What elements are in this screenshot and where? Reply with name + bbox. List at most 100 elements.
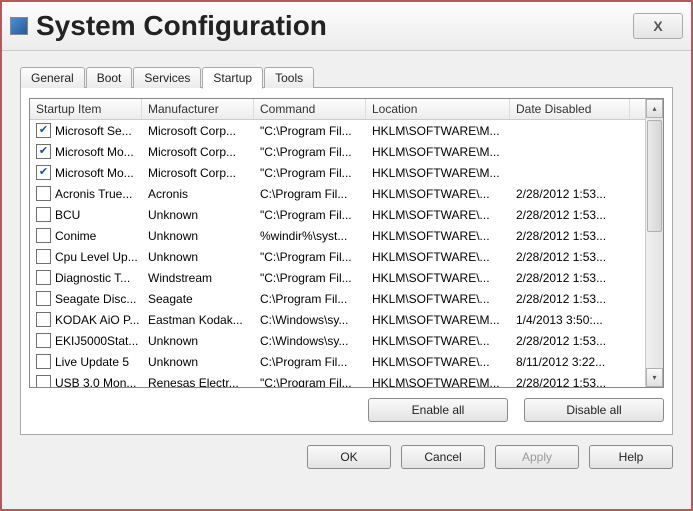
cell-location: HKLM\SOFTWARE\M...	[366, 124, 510, 138]
table-row[interactable]: Diagnostic T...Windstream"C:\Program Fil…	[30, 267, 645, 288]
startup-item-label: Acronis True...	[55, 187, 132, 201]
tab-tools[interactable]: Tools	[264, 67, 314, 88]
cell-date: 2/28/2012 1:53...	[510, 271, 630, 285]
cell-command: "C:\Program Fil...	[254, 124, 366, 138]
startup-item-label: Conime	[55, 229, 96, 243]
startup-checkbox[interactable]	[36, 186, 51, 201]
table-row[interactable]: Microsoft Mo...Microsoft Corp..."C:\Prog…	[30, 141, 645, 162]
cell-date: 2/28/2012 1:53...	[510, 334, 630, 348]
cell-command: C:\Program Fil...	[254, 292, 366, 306]
cell-command: "C:\Program Fil...	[254, 376, 366, 388]
startup-checkbox[interactable]	[36, 249, 51, 264]
scroll-up-button[interactable]: ▴	[646, 99, 663, 118]
dialog-buttons: OK Cancel Apply Help	[2, 445, 691, 483]
table-row[interactable]: Seagate Disc...SeagateC:\Program Fil...H…	[30, 288, 645, 309]
scroll-down-button[interactable]: ▾	[646, 368, 663, 387]
table-row[interactable]: EKIJ5000Stat...UnknownC:\Windows\sy...HK…	[30, 330, 645, 351]
ok-button[interactable]: OK	[307, 445, 391, 469]
list-header: Startup Item Manufacturer Command Locati…	[30, 99, 645, 120]
cell-command: "C:\Program Fil...	[254, 208, 366, 222]
tab-general[interactable]: General	[20, 67, 85, 88]
title-bar: System Configuration X	[2, 2, 691, 51]
help-button[interactable]: Help	[589, 445, 673, 469]
cell-manufacturer: Unknown	[142, 229, 254, 243]
cell-location: HKLM\SOFTWARE\...	[366, 271, 510, 285]
cell-date: 2/28/2012 1:53...	[510, 292, 630, 306]
startup-item-label: USB 3.0 Mon...	[55, 376, 136, 388]
cell-location: HKLM\SOFTWARE\...	[366, 292, 510, 306]
col-date-disabled[interactable]: Date Disabled	[510, 99, 630, 119]
startup-checkbox[interactable]	[36, 123, 51, 138]
cell-command: "C:\Program Fil...	[254, 271, 366, 285]
startup-item-label: Diagnostic T...	[55, 271, 130, 285]
cell-location: HKLM\SOFTWARE\...	[366, 250, 510, 264]
cell-location: HKLM\SOFTWARE\...	[366, 208, 510, 222]
disable-all-button[interactable]: Disable all	[524, 398, 664, 422]
startup-checkbox[interactable]	[36, 333, 51, 348]
cell-location: HKLM\SOFTWARE\...	[366, 355, 510, 369]
cell-date: 2/28/2012 1:53...	[510, 229, 630, 243]
tab-boot[interactable]: Boot	[86, 67, 133, 88]
table-row[interactable]: Live Update 5UnknownC:\Program Fil...HKL…	[30, 351, 645, 372]
startup-item-label: Live Update 5	[55, 355, 129, 369]
startup-item-label: Seagate Disc...	[55, 292, 136, 306]
startup-checkbox[interactable]	[36, 165, 51, 180]
startup-checkbox[interactable]	[36, 291, 51, 306]
cell-date: 1/4/2013 3:50:...	[510, 313, 630, 327]
startup-checkbox[interactable]	[36, 375, 51, 387]
table-row[interactable]: ConimeUnknown%windir%\syst...HKLM\SOFTWA…	[30, 225, 645, 246]
vertical-scrollbar[interactable]: ▴ ▾	[645, 99, 663, 387]
cell-date: 2/28/2012 1:53...	[510, 376, 630, 388]
cell-manufacturer: Microsoft Corp...	[142, 145, 254, 159]
cancel-button[interactable]: Cancel	[401, 445, 485, 469]
cell-manufacturer: Unknown	[142, 334, 254, 348]
startup-item-label: Microsoft Mo...	[55, 145, 134, 159]
scroll-track[interactable]	[646, 118, 663, 368]
col-location[interactable]: Location	[366, 99, 510, 119]
table-row[interactable]: BCU Unknown"C:\Program Fil...HKLM\SOFTWAR…	[30, 204, 645, 225]
cell-command: C:\Program Fil...	[254, 355, 366, 369]
table-row[interactable]: Acronis True...AcronisC:\Program Fil...H…	[30, 183, 645, 204]
cell-location: HKLM\SOFTWARE\M...	[366, 166, 510, 180]
table-row[interactable]: Microsoft Mo... Microsoft Corp..."C:\Prog…	[30, 162, 645, 183]
startup-checkbox[interactable]	[36, 270, 51, 285]
startup-checkbox[interactable]	[36, 354, 51, 369]
msconfig-window: System Configuration X General Boot Serv…	[0, 0, 693, 511]
table-row[interactable]: Cpu Level Up...Unknown"C:\Program Fil...…	[30, 246, 645, 267]
enable-all-button[interactable]: Enable all	[368, 398, 508, 422]
scroll-thumb[interactable]	[647, 120, 662, 232]
apply-button: Apply	[495, 445, 579, 469]
col-manufacturer[interactable]: Manufacturer	[142, 99, 254, 119]
cell-command: %windir%\syst...	[254, 229, 366, 243]
close-button[interactable]: X	[633, 13, 683, 39]
list-body: Microsoft Se...Microsoft Corp..."C:\Prog…	[30, 120, 645, 387]
startup-item-label: Microsoft Mo...	[55, 166, 134, 180]
startup-item-label: BCU	[55, 208, 80, 222]
startup-item-label: EKIJ5000Stat...	[55, 334, 138, 348]
cell-manufacturer: Unknown	[142, 250, 254, 264]
table-row[interactable]: Microsoft Se...Microsoft Corp..."C:\Prog…	[30, 120, 645, 141]
cell-date: 8/11/2012 3:22...	[510, 355, 630, 369]
cell-manufacturer: Acronis	[142, 187, 254, 201]
cell-manufacturer: Eastman Kodak...	[142, 313, 254, 327]
panel-buttons: Enable all Disable all	[29, 398, 664, 422]
app-icon	[10, 17, 28, 35]
cell-command: C:\Windows\sy...	[254, 334, 366, 348]
table-row[interactable]: KODAK AiO P...Eastman Kodak...C:\Windows…	[30, 309, 645, 330]
cell-location: HKLM\SOFTWARE\...	[366, 187, 510, 201]
cell-command: "C:\Program Fil...	[254, 166, 366, 180]
startup-checkbox[interactable]	[36, 207, 51, 222]
cell-date: 2/28/2012 1:53...	[510, 208, 630, 222]
startup-checkbox[interactable]	[36, 144, 51, 159]
startup-panel: Startup Item Manufacturer Command Locati…	[20, 87, 673, 435]
startup-checkbox[interactable]	[36, 312, 51, 327]
col-command[interactable]: Command	[254, 99, 366, 119]
table-row[interactable]: USB 3.0 Mon...Renesas Electr..."C:\Progr…	[30, 372, 645, 387]
cell-manufacturer: Unknown	[142, 208, 254, 222]
tab-services[interactable]: Services	[133, 67, 201, 88]
startup-item-label: Microsoft Se...	[55, 124, 132, 138]
startup-checkbox[interactable]	[36, 228, 51, 243]
tab-startup[interactable]: Startup	[202, 67, 263, 89]
cell-manufacturer: Microsoft Corp...	[142, 166, 254, 180]
col-startup-item[interactable]: Startup Item	[30, 99, 142, 119]
